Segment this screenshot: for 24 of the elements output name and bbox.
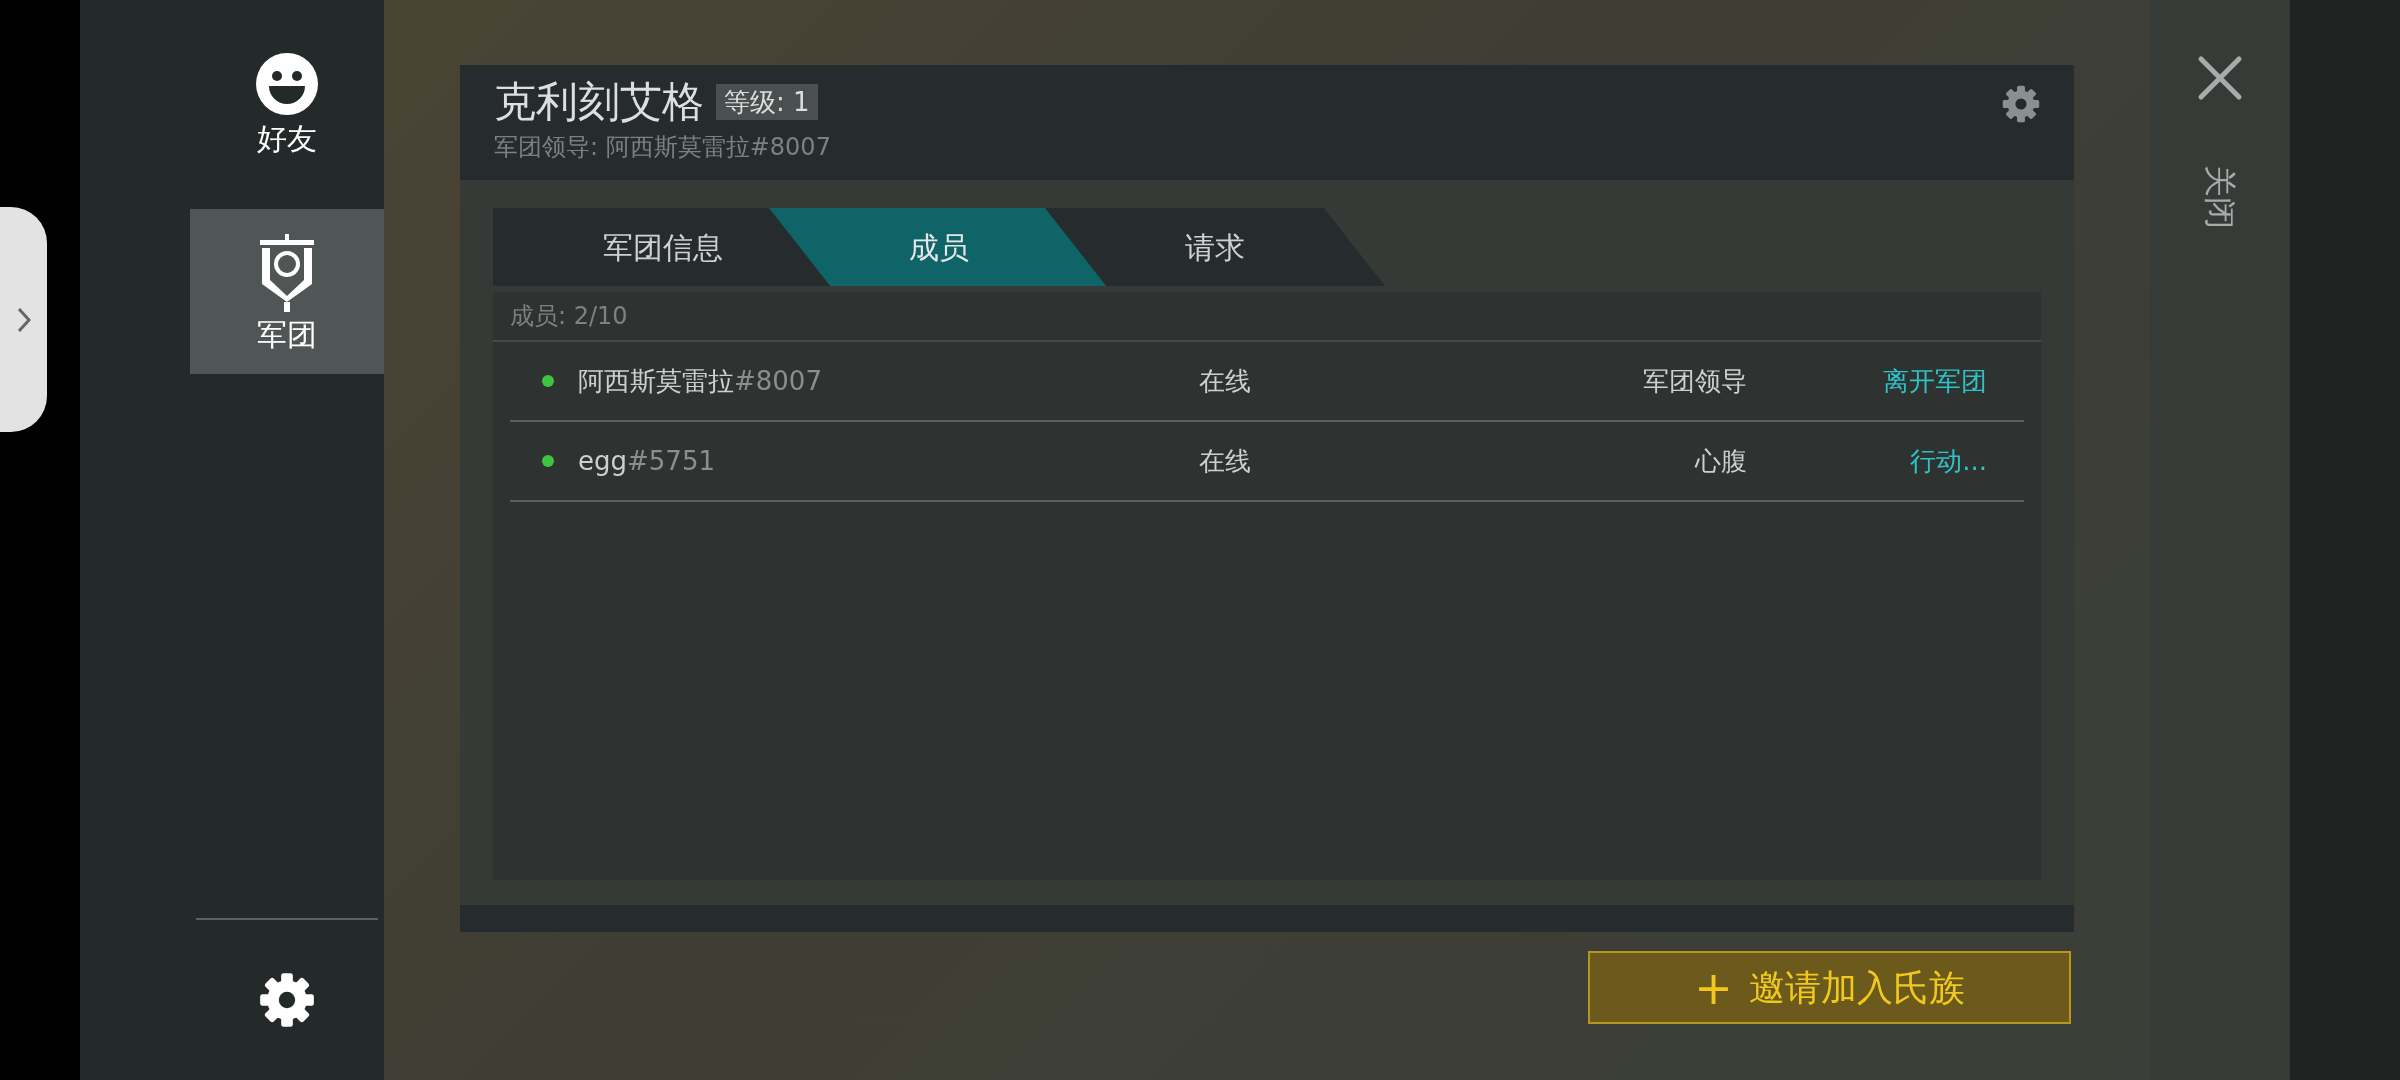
member-name: 阿西斯莫雷拉#8007 xyxy=(578,364,823,398)
sidebar-item[interactable]: 军团 xyxy=(190,209,384,374)
invite-button[interactable]: + 邀请加入氏族 xyxy=(1588,951,2071,1024)
tab[interactable]: 请求 xyxy=(1045,208,1385,286)
level-badge: 等级: 1 xyxy=(716,83,818,121)
member-name: egg#5751 xyxy=(578,444,716,478)
member-role: 心腹 xyxy=(1693,444,1747,478)
online-status: 在线 xyxy=(1199,364,1252,398)
settings-icon[interactable] xyxy=(259,972,315,1028)
member-action-link[interactable]: 离开军团 xyxy=(1747,361,1987,401)
chevron-right-icon xyxy=(15,305,32,334)
sidebar-item[interactable]: 好友 xyxy=(190,42,384,207)
side-pull-tab[interactable] xyxy=(0,207,47,432)
close-icon xyxy=(2197,55,2243,101)
close-label[interactable]: 关闭 xyxy=(2196,165,2244,229)
online-status: 在线 xyxy=(1199,444,1252,478)
banner-icon xyxy=(260,233,314,312)
member-role: 军团领导 xyxy=(1642,364,1747,398)
close-button[interactable] xyxy=(2196,54,2244,102)
members-count: 成员: 2/10 xyxy=(510,301,628,332)
clan-leader-text: 军团领导: 阿西斯莫雷拉#8007 xyxy=(494,132,831,163)
clan-name: 克利刻艾格 xyxy=(494,81,704,123)
smiley-icon xyxy=(255,52,319,116)
member-action-link[interactable]: 行动... xyxy=(1747,441,1987,481)
